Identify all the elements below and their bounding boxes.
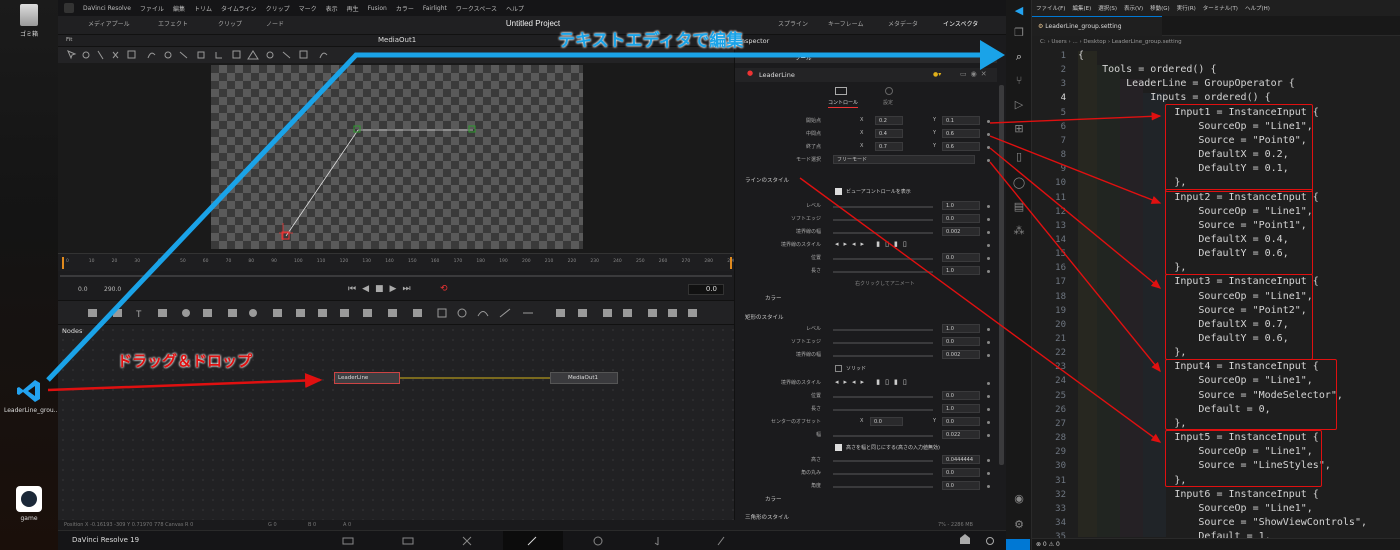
drag-drop-annotation: ドラッグ＆ドロップ [117, 352, 253, 370]
text-editor-annotation: テキストエディタで編集 [558, 31, 744, 51]
annotation-arrows [46, 40, 1162, 443]
